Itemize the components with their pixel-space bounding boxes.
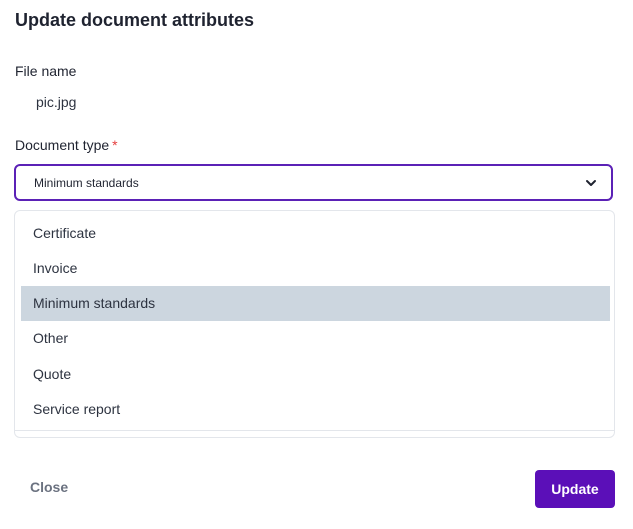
document-type-label-text: Document type — [15, 137, 110, 153]
required-marker: * — [112, 137, 118, 153]
file-name-label: File name — [15, 63, 77, 79]
document-type-dropdown-menu: Certificate Invoice Minimum standards Ot… — [14, 210, 615, 438]
update-button[interactable]: Update — [535, 470, 615, 508]
dialog-title: Update document attributes — [15, 10, 255, 30]
option-certificate[interactable]: Certificate — [21, 216, 610, 251]
chevron-down-icon — [586, 180, 596, 186]
option-invoice[interactable]: Invoice — [21, 251, 610, 286]
menu-divider — [15, 430, 614, 431]
option-minimum-standards[interactable]: Minimum standards — [21, 286, 610, 321]
document-type-selected-value: Minimum standards — [34, 176, 139, 190]
option-service-report[interactable]: Service report — [21, 392, 610, 427]
update-document-dialog: Update document attributes File name pic… — [0, 0, 633, 529]
close-button[interactable]: Close — [30, 479, 68, 495]
document-type-select[interactable]: Minimum standards — [14, 164, 613, 201]
option-quote[interactable]: Quote — [21, 357, 610, 392]
file-name-value: pic.jpg — [36, 94, 77, 110]
option-other[interactable]: Other — [21, 321, 610, 356]
document-type-label: Document type * — [15, 137, 118, 153]
